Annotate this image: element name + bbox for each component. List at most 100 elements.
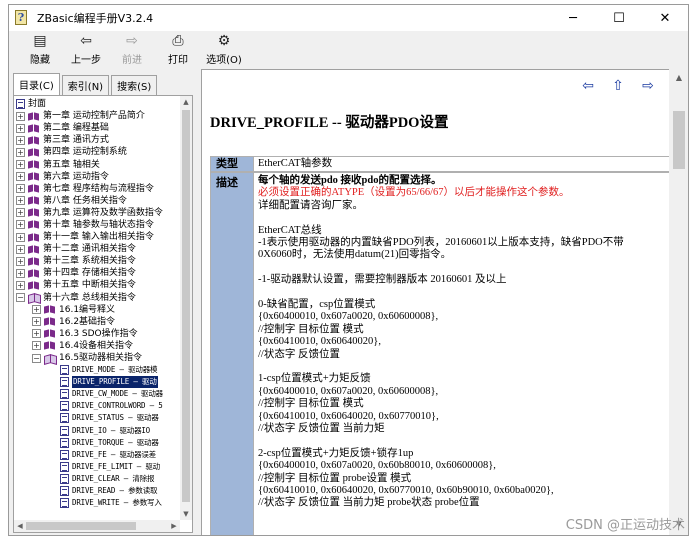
tree-item-label: 第十二章 通讯相关指令	[43, 244, 136, 255]
tree-topic[interactable]: DRIVE_TORQUE — 驱动器	[14, 437, 180, 449]
tree-chapter[interactable]: − 第十六章 总线相关指令	[14, 292, 180, 304]
expand-icon[interactable]: +	[16, 232, 25, 242]
tree-chapter[interactable]: − 16.5驱动器相关指令	[14, 352, 180, 364]
tree-topic[interactable]: DRIVE_MODE — 驱动器模	[14, 364, 180, 376]
tab-index[interactable]: 索引(N)	[61, 75, 110, 95]
expand-icon[interactable]: +	[16, 268, 25, 278]
tree-chapter[interactable]: + 第五章 轴相关	[14, 158, 180, 170]
tree-chapter[interactable]: + 第十五章 中断相关指令	[14, 279, 180, 291]
collapse-icon[interactable]: −	[32, 353, 41, 363]
tree-item-label: DRIVE_MODE — 驱动器模	[72, 365, 158, 375]
tree-chapter[interactable]: +16.1编号释义	[14, 304, 180, 316]
tree-item-label: 第九章 运算符及数学函数指令	[43, 207, 163, 218]
scroll-down-icon[interactable]: ▼	[180, 508, 192, 520]
tree-chapter[interactable]: + 第十四章 存储相关指令	[14, 267, 180, 279]
topic-page-icon	[60, 425, 69, 436]
tree-item-label: 第十一章 输入输出相关指令	[43, 232, 154, 243]
description-line: {0x60410010, 0x60640020, 0x60770010},	[258, 410, 439, 422]
expand-icon[interactable]: +	[16, 280, 25, 290]
topic-page-icon	[60, 401, 69, 412]
expand-icon[interactable]: +	[32, 317, 41, 327]
expand-icon[interactable]: +	[16, 184, 25, 194]
expand-icon[interactable]: +	[16, 196, 25, 206]
tree-chapter[interactable]: + 第二章 编程基础	[14, 122, 180, 134]
maximize-button[interactable]: ☐	[596, 5, 642, 31]
back-arrow-icon: ⇦	[80, 33, 92, 49]
tree-chapter[interactable]: +16.2基础指令	[14, 316, 180, 328]
close-button[interactable]: ✕	[642, 5, 688, 31]
previous-topic-icon[interactable]: ⇦	[573, 78, 603, 94]
tree-topic[interactable]: DRIVE_FE — 驱动器误差	[14, 449, 180, 461]
tree-topic[interactable]: 封面	[14, 98, 180, 110]
tree-chapter[interactable]: + 第三章 通讯方式	[14, 134, 180, 146]
tree-chapter[interactable]: + 第十章 轴参数与轴状态指令	[14, 219, 180, 231]
title-bar: ? ZBasic编程手册V3.2.4 ─ ☐ ✕	[9, 5, 688, 31]
tree-chapter[interactable]: + 第四章 运动控制系统	[14, 146, 180, 158]
tree-topic[interactable]: DRIVE_READ — 参数读取	[14, 485, 180, 497]
book-icon	[28, 257, 40, 266]
tree-chapter[interactable]: + 第八章 任务相关指令	[14, 195, 180, 207]
next-topic-icon[interactable]: ⇨	[633, 78, 663, 94]
tree-chapter[interactable]: + 第七章 程序结构与流程指令	[14, 183, 180, 195]
tree-item-label: 第八章 任务相关指令	[43, 195, 127, 206]
expand-icon[interactable]: +	[32, 341, 41, 351]
tree-topic[interactable]: DRIVE_CONTROLWORD — 5	[14, 400, 180, 412]
contents-tree-panel: 封面 + 第一章 运动控制产品简介 + 第二章 编程基础 + 第三章 通讯方式 + 第四章 运动…	[13, 95, 193, 533]
tree-chapter[interactable]: + 第九章 运算符及数学函数指令	[14, 207, 180, 219]
collapse-icon[interactable]: −	[16, 293, 25, 303]
hide-icon: ▤	[33, 33, 47, 49]
expand-icon[interactable]: +	[32, 329, 41, 339]
tab-search[interactable]: 搜索(S)	[111, 75, 158, 95]
tree-topic[interactable]: DRIVE_CLEAR — 清除报	[14, 473, 180, 485]
book-icon	[28, 136, 40, 145]
content-scroll-thumb[interactable]	[673, 111, 685, 169]
tree-chapter[interactable]: + 第十一章 输入输出相关指令	[14, 231, 180, 243]
scroll-right-icon[interactable]: ▶	[168, 520, 180, 532]
tab-contents[interactable]: 目录(C)	[13, 73, 60, 95]
print-button[interactable]: ⎙ 打印	[155, 31, 201, 67]
expand-icon[interactable]: +	[16, 244, 25, 254]
tree-topic[interactable]: DRIVE_PROFILE — 驱动	[14, 376, 180, 389]
tree-item-label: 16.4设备相关指令	[59, 340, 134, 351]
expand-icon[interactable]: +	[16, 135, 25, 145]
content-scroll-up-icon[interactable]: ▲	[669, 73, 688, 85]
expand-icon[interactable]: +	[16, 123, 25, 133]
expand-icon[interactable]: +	[16, 111, 25, 121]
tree-chapter[interactable]: + 第十三章 系统相关指令	[14, 255, 180, 267]
book-icon	[28, 112, 40, 121]
expand-icon[interactable]: +	[32, 305, 41, 315]
scroll-left-icon[interactable]: ◀	[14, 520, 26, 532]
tree-chapter[interactable]: + 第十二章 通讯相关指令	[14, 243, 180, 255]
tree-chapter[interactable]: + 第一章 运动控制产品简介	[14, 110, 180, 122]
parent-topic-icon[interactable]: ⇧	[603, 78, 633, 94]
expand-icon[interactable]: +	[16, 220, 25, 230]
tree-chapter[interactable]: +16.4设备相关指令	[14, 340, 180, 352]
tree-topic[interactable]: DRIVE_STATUS — 驱动器	[14, 412, 180, 424]
tree-topic[interactable]: DRIVE_CW_MODE — 驱动器	[14, 388, 180, 400]
tree-chapter[interactable]: +16.3 SDO操作指令	[14, 328, 180, 340]
topic-content-pane: ⇦ ⇧ ⇨ DRIVE_PROFILE -- 驱动器PDO设置 类型 Ether…	[201, 69, 669, 535]
expand-icon[interactable]: +	[16, 147, 25, 157]
expand-icon[interactable]: +	[16, 256, 25, 266]
tree-hscroll-thumb[interactable]	[26, 522, 136, 530]
tree-topic[interactable]: DRIVE_FE_LIMIT — 驱动	[14, 461, 180, 473]
tree-horizontal-scrollbar[interactable]: ◀ ▶	[14, 520, 180, 532]
forward-button[interactable]: ⇨ 前进	[109, 31, 155, 67]
hide-button[interactable]: ▤ 隐藏	[17, 31, 63, 67]
expand-icon[interactable]: +	[16, 172, 25, 182]
expand-icon[interactable]: +	[16, 208, 25, 218]
content-vertical-scrollbar[interactable]: ▲ ▼	[669, 69, 688, 535]
tree-topic[interactable]: DRIVE_IO — 驱动器IO	[14, 425, 180, 437]
tree-chapter[interactable]: + 第六章 运动指令	[14, 171, 180, 183]
book-icon	[28, 148, 40, 157]
tree-topic[interactable]: DRIVE_WRITE — 参数写入	[14, 497, 180, 509]
options-button[interactable]: ⚙ 选项(O)	[201, 31, 247, 67]
book-icon	[28, 269, 40, 278]
expand-icon[interactable]: +	[16, 160, 25, 170]
tree-scroll-thumb[interactable]	[182, 110, 190, 502]
tree-vertical-scrollbar[interactable]: ▲ ▼	[180, 96, 192, 520]
back-button[interactable]: ⇦ 上一步	[63, 31, 109, 67]
tree-item-label: 第四章 运动控制系统	[43, 147, 127, 158]
minimize-button[interactable]: ─	[550, 5, 596, 31]
scroll-up-icon[interactable]: ▲	[180, 96, 192, 108]
